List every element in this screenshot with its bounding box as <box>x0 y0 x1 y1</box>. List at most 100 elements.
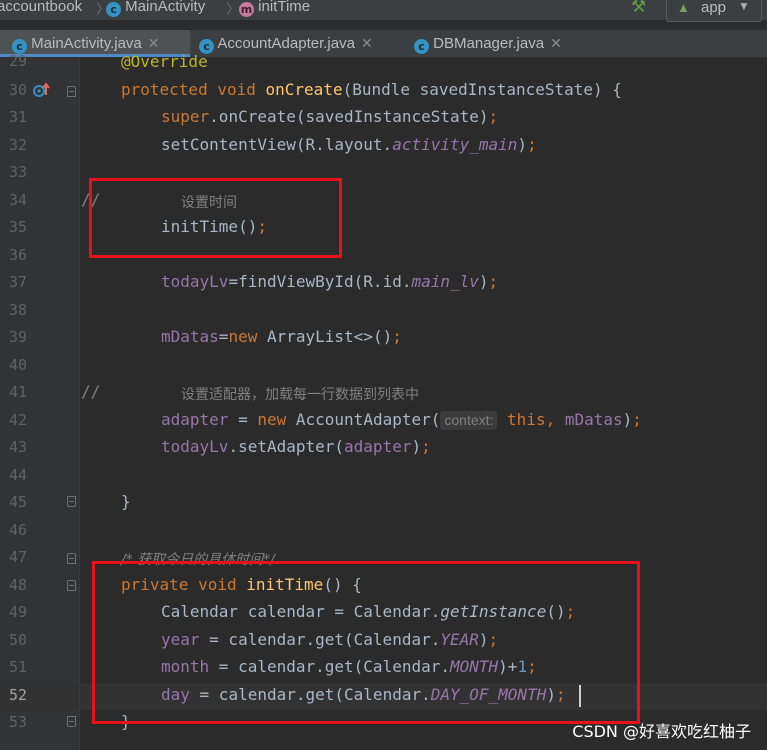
line-number: 40 <box>8 356 27 374</box>
keyword: protected <box>121 80 208 99</box>
fold-end-icon[interactable] <box>67 716 76 727</box>
field-reference: mDatas <box>564 410 623 429</box>
tab-accountadapter[interactable]: c AccountAdapter.java ✕ <box>199 30 373 57</box>
code-text: ) <box>517 135 528 154</box>
code-comment-41: 设置适配器，加载每一行数据到列表中 <box>181 384 419 404</box>
field-reference: adapter <box>161 410 229 429</box>
code-text: =findViewById(R.id. <box>228 272 412 291</box>
field-reference: adapter <box>344 437 412 456</box>
line-number: 46 <box>8 521 27 539</box>
code-text: .onCreate(savedInstanceState) <box>209 107 489 126</box>
semicolon: ; <box>392 327 402 346</box>
run-configuration-dropdown[interactable]: ▲ app ▼ <box>666 0 762 22</box>
watermark: CSDN @好喜欢吃红柚子 <box>572 722 751 741</box>
tab-label: AccountAdapter.java <box>217 35 355 52</box>
line-number: 49 <box>8 603 27 621</box>
breadcrumb-separator-icon: 〉 <box>226 1 240 17</box>
fold-collapse-icon[interactable] <box>67 553 76 564</box>
line-number: 37 <box>8 273 27 291</box>
method-icon: m <box>239 2 254 17</box>
code-text: = <box>218 327 229 346</box>
highlight-box-init-call <box>89 178 342 258</box>
fold-collapse-icon[interactable] <box>67 86 76 97</box>
closing-brace: } <box>121 492 131 511</box>
build-hammer-icon[interactable]: ⚒ <box>631 0 646 17</box>
gutter-divider <box>79 58 80 750</box>
close-icon[interactable]: ✕ <box>550 35 562 51</box>
fold-collapse-icon[interactable] <box>67 580 76 591</box>
code-line-42[interactable]: adapter = new AccountAdapter(context: th… <box>161 410 642 430</box>
tab-label: MainActivity.java <box>31 35 142 52</box>
code-line-29[interactable]: @Override <box>121 52 208 71</box>
code-line-32[interactable]: setContentView(R.layout.activity_main); <box>161 135 537 154</box>
code-line-41[interactable]: // <box>81 382 100 401</box>
line-number: 51 <box>8 658 27 676</box>
close-icon[interactable]: ✕ <box>361 35 373 51</box>
line-number: 38 <box>8 301 27 319</box>
editor-tab-bar: c MainActivity.java ✕ c AccountAdapter.ja… <box>0 30 767 58</box>
line-number: 43 <box>8 438 27 456</box>
line-number-current: 52 <box>8 686 27 704</box>
override-marker-icon[interactable] <box>33 82 51 98</box>
line-number: 34 <box>8 191 27 209</box>
code-text: (Bundle savedInstanceState) { <box>342 80 622 99</box>
code-line-30[interactable]: protected void onCreate(Bundle savedInst… <box>121 80 622 99</box>
field-reference: todayLv <box>161 272 229 291</box>
parameter-hint: context: <box>440 411 498 430</box>
keyword: super <box>161 107 210 126</box>
line-number: 42 <box>8 411 27 429</box>
code-text: AccountAdapter( <box>286 410 441 429</box>
comment-marker: // <box>81 382 101 401</box>
code-line-31[interactable]: super.onCreate(savedInstanceState); <box>161 107 498 126</box>
keyword: new <box>257 410 287 429</box>
line-number: 35 <box>8 218 27 236</box>
line-number: 32 <box>8 136 27 154</box>
navigation-bar: accountbook 〉 c MainActivity 〉 m initTim… <box>0 0 767 22</box>
keyword: this <box>507 410 546 429</box>
field-reference: activity_main <box>392 135 518 154</box>
fold-end-icon[interactable] <box>67 496 76 507</box>
code-text: = <box>228 410 258 429</box>
line-number: 39 <box>8 328 27 346</box>
field-reference: todayLv <box>161 437 229 456</box>
breadcrumb-method[interactable]: m initTime <box>239 0 310 17</box>
line-number: 29 <box>8 52 27 70</box>
run-configuration-label: app <box>701 0 727 16</box>
code-text: setContentView(R.layout. <box>161 135 393 154</box>
code-text: .setAdapter( <box>228 437 345 456</box>
line-number: 44 <box>8 466 27 484</box>
chevron-down-icon: ▼ <box>738 0 750 13</box>
field-reference: mDatas <box>161 327 219 346</box>
android-icon: ▲ <box>677 0 690 15</box>
line-number: 41 <box>8 383 27 401</box>
close-icon[interactable]: ✕ <box>148 35 160 51</box>
line-number: 33 <box>8 163 27 181</box>
line-number: 31 <box>8 108 27 126</box>
breadcrumb-class[interactable]: c MainActivity <box>106 0 205 17</box>
semicolon: ; <box>632 410 642 429</box>
method-name: onCreate <box>265 80 343 99</box>
class-icon: c <box>414 39 429 54</box>
code-line-43[interactable]: todayLv.setAdapter(adapter); <box>161 437 431 456</box>
line-number: 36 <box>8 246 27 264</box>
annotation: @Override <box>121 52 208 71</box>
line-number: 53 <box>8 713 27 731</box>
code-line-45[interactable]: } <box>121 492 131 511</box>
highlight-box-init-method <box>92 561 640 724</box>
class-icon: c <box>106 2 121 17</box>
line-number: 47 <box>8 548 27 566</box>
semicolon: ; <box>527 135 537 154</box>
line-number: 50 <box>8 631 27 649</box>
breadcrumb-method-label: initTime <box>258 0 311 15</box>
line-number: 48 <box>8 576 27 594</box>
line-number: 30 <box>8 81 27 99</box>
code-line-37[interactable]: todayLv=findViewById(R.id.main_lv); <box>161 272 498 291</box>
tab-dbmanager[interactable]: c DBManager.java ✕ <box>414 30 562 57</box>
keyword: void <box>217 80 256 99</box>
breadcrumb-project[interactable]: accountbook <box>0 0 82 15</box>
code-text: ) <box>478 272 489 291</box>
semicolon: ; <box>488 107 499 126</box>
code-text: ) <box>622 410 633 429</box>
tab-label: DBManager.java <box>433 35 545 52</box>
code-line-39[interactable]: mDatas=new ArrayList<>(); <box>161 327 402 346</box>
